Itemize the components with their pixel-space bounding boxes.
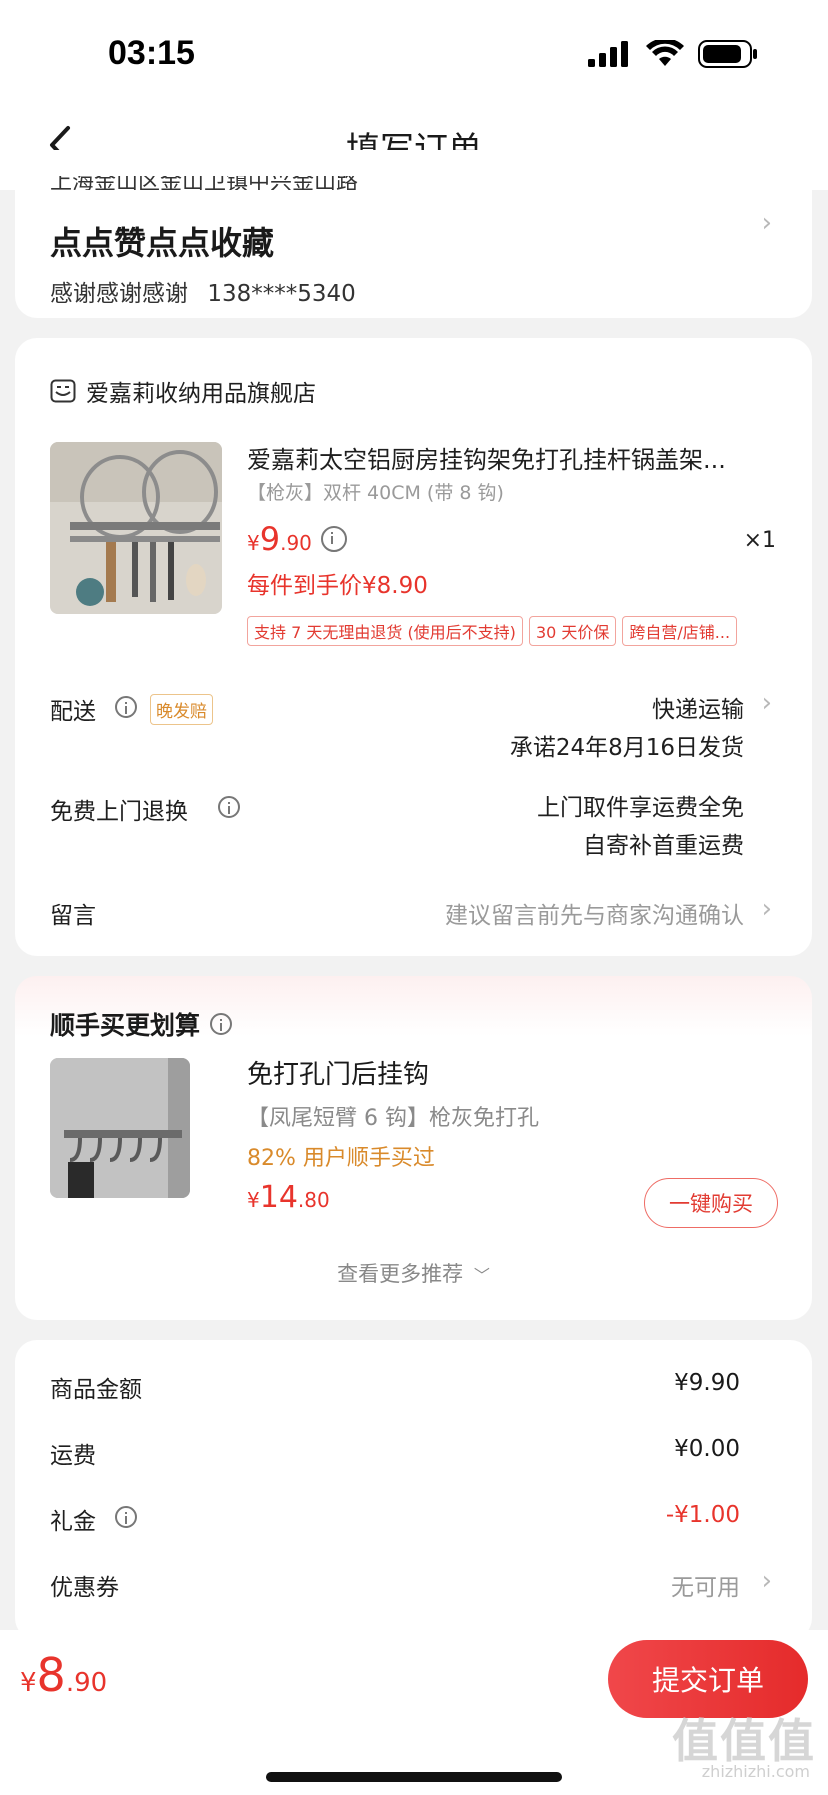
upsell-info-icon[interactable] [210,1013,233,1035]
delivery-label: 配送 [50,699,96,725]
message-label: 留言 [50,903,96,929]
return-service-row[interactable]: 免费上门退换 上门取件享运费全免 自寄补首重运费 [15,782,812,872]
upsell-item-title[interactable]: 免打孔门后挂钩 [247,1054,429,1091]
delivery-row[interactable]: 配送 晚发赔 快递运输 › 承诺24年8月16日发货 [15,678,812,768]
status-icons [588,40,758,68]
upsell-card: 顺手买更划算 免打孔门后挂钩 【凤尾短臂 6 钩】枪灰免打孔 82% 用户顺手买… [15,976,812,1320]
goods-amount-label: 商品金额 [50,1377,142,1403]
receiver-info: 感谢感谢感谢 138****5340 [50,274,356,308]
wifi-icon [646,40,684,66]
chevron-down-icon: ﹀ [473,1266,490,1285]
address-chevron-icon: › [761,208,772,238]
product-price: ¥9.90 [247,520,312,558]
upsell-header: 顺手买更划算 [50,1006,233,1042]
upsell-title: 顺手买更划算 [50,1011,201,1040]
delivery-info-icon[interactable] [115,696,137,718]
store-header[interactable]: 爱嘉莉收纳用品旗舰店 [50,374,316,408]
tag-price-protect: 30 天价保 [528,616,617,646]
product-spec: 【枪灰】双杆 40CM (带 8 钩) [247,482,504,504]
coupon-value: 无可用 [671,1575,740,1601]
address-card[interactable]: 上海金山区金山卫镇中兴金山路 点点赞点点收藏 感谢感谢感谢 138****534… [15,150,812,318]
goods-amount-row: 商品金额 ¥9.90 [15,1370,812,1410]
return-info-icon[interactable] [218,796,240,818]
battery-icon [698,40,757,68]
gift-info-icon[interactable] [115,1506,137,1528]
product-title[interactable]: 爱嘉莉太空铝厨房挂钩架免打孔挂杆锅盖架... [247,440,726,475]
return-service-label: 免费上门退换 [50,799,188,825]
tag-cross-store: 跨自营/店铺... [622,616,738,646]
message-placeholder[interactable]: 建议留言前先与商家沟通确认 [445,896,744,930]
order-card: 爱嘉莉收纳用品旗舰店 爱嘉莉太空铝厨房挂钩架免打孔挂杆锅盖架... 【枪灰】双杆… [15,338,812,956]
upsell-price: ¥14.80 [247,1180,330,1215]
more-recommendations-label: 查看更多推荐 [337,1262,464,1286]
address-name: 点点赞点点收藏 [50,224,275,262]
address-detail: 上海金山区金山卫镇中兴金山路 [50,170,359,190]
store-name: 爱嘉莉收纳用品旗舰店 [86,381,316,407]
watermark-url: zhizhizhi.com [701,1762,810,1781]
total-price: ¥8.90 [20,1648,108,1702]
gift-label: 礼金 [50,1509,96,1535]
unit-price: 每件到手价¥8.90 [247,573,428,599]
product-photo [50,442,222,614]
delivery-chevron-icon: › [761,688,772,718]
message-chevron-icon: › [761,894,772,924]
store-icon [50,379,76,403]
upsell-product-photo [50,1058,190,1198]
message-row[interactable]: 留言 建议留言前先与商家沟通确认 › [15,886,812,936]
shipping-label: 运费 [50,1443,96,1469]
service-tags: 支持 7 天无理由退货 (使用后不支持) 30 天价保 跨自营/店铺... [247,616,743,646]
gift-value: -¥1.00 [665,1502,740,1528]
product-quantity: ×1 [743,528,776,553]
shipping-value: ¥0.00 [674,1436,740,1462]
goods-amount-value: ¥9.90 [674,1370,740,1396]
more-recommendations[interactable]: 查看更多推荐 ﹀ [15,1258,812,1288]
coupon-row[interactable]: 优惠券 无可用 › [15,1566,812,1608]
coupon-chevron-icon: › [761,1566,772,1596]
upsell-item-stat: 82% 用户顺手买过 [247,1146,435,1171]
shipping-row: 运费 ¥0.00 [15,1436,812,1476]
receiver-phone: 138****5340 [207,281,356,307]
status-bar: 03:15 [0,0,828,110]
home-indicator [266,1772,562,1782]
upsell-product-image[interactable] [50,1058,190,1198]
status-time: 03:15 [108,34,195,72]
gift-row: 礼金 -¥1.00 [15,1502,812,1542]
return-service-line2: 自寄补首重运费 [583,833,744,859]
signal-icon [588,41,628,67]
late-compensation-badge: 晚发赔 [150,694,213,725]
receiver-name: 感谢感谢感谢 [50,281,188,307]
upsell-item-spec: 【凤尾短臂 6 钩】枪灰免打孔 [247,1106,539,1131]
tag-return: 支持 7 天无理由退货 (使用后不支持) [247,616,523,646]
delivery-promise: 承诺24年8月16日发货 [509,735,744,761]
summary-card: 商品金额 ¥9.90 运费 ¥0.00 礼金 -¥1.00 优惠券 无可用 › [15,1340,812,1640]
delivery-method: 快递运输 [652,697,744,723]
product-image[interactable] [50,442,222,614]
price-info-icon[interactable] [321,526,347,552]
one-click-buy-button[interactable]: 一键购买 [644,1178,778,1228]
return-service-line1: 上门取件享运费全免 [537,795,744,821]
coupon-label: 优惠券 [50,1575,119,1601]
